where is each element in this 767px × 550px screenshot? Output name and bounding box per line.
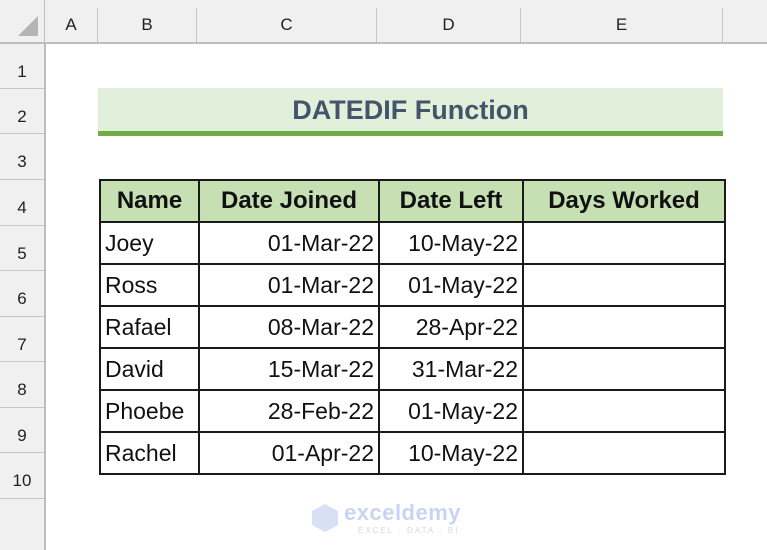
table-row: Ross 01-Mar-22 01-May-22 xyxy=(99,263,726,307)
cell-date-left[interactable]: 10-May-22 xyxy=(378,431,524,475)
header-name[interactable]: Name xyxy=(99,179,200,223)
cell-name[interactable]: Ross xyxy=(99,263,200,307)
row-header-7[interactable]: 7 xyxy=(0,317,44,362)
cell-date-joined[interactable]: 01-Mar-22 xyxy=(198,221,380,265)
row-header-10[interactable]: 10 xyxy=(0,453,44,499)
cell-date-joined[interactable]: 08-Mar-22 xyxy=(198,305,380,349)
header-date-joined[interactable]: Date Joined xyxy=(198,179,380,223)
column-header-a[interactable]: A xyxy=(45,8,98,42)
row-header-1[interactable]: 1 xyxy=(0,44,44,89)
header-days-worked[interactable]: Days Worked xyxy=(522,179,726,223)
row-header-bar: 1 2 3 4 5 6 7 8 9 10 xyxy=(0,44,46,550)
row-header-2[interactable]: 2 xyxy=(0,89,44,134)
cell-name[interactable]: Phoebe xyxy=(99,389,200,433)
select-all-corner[interactable] xyxy=(0,0,45,44)
table-row: Rafael 08-Mar-22 28-Apr-22 xyxy=(99,305,726,349)
table-row: David 15-Mar-22 31-Mar-22 xyxy=(99,347,726,391)
row-header-5[interactable]: 5 xyxy=(0,226,44,271)
row-header-8[interactable]: 8 xyxy=(0,362,44,408)
column-header-e[interactable]: E xyxy=(521,8,723,42)
table-row: Phoebe 28-Feb-22 01-May-22 xyxy=(99,389,726,433)
cell-date-joined[interactable]: 01-Mar-22 xyxy=(198,263,380,307)
cell-date-left[interactable]: 10-May-22 xyxy=(378,221,524,265)
cell-days-worked[interactable] xyxy=(522,221,726,265)
header-date-left[interactable]: Date Left xyxy=(378,179,524,223)
cell-date-joined[interactable]: 15-Mar-22 xyxy=(198,347,380,391)
cell-days-worked[interactable] xyxy=(522,431,726,475)
cell-name[interactable]: Joey xyxy=(99,221,200,265)
row-header-9[interactable]: 9 xyxy=(0,408,44,453)
employee-table: Name Date Joined Date Left Days Worked J… xyxy=(99,179,726,475)
exceldemy-watermark: exceldemy EXCEL · DATA · BI xyxy=(312,500,472,540)
cell-days-worked[interactable] xyxy=(522,389,726,433)
cell-date-left[interactable]: 28-Apr-22 xyxy=(378,305,524,349)
cell-days-worked[interactable] xyxy=(522,347,726,391)
cell-name[interactable]: Rachel xyxy=(99,431,200,475)
cell-date-left[interactable]: 01-May-22 xyxy=(378,263,524,307)
column-header-b[interactable]: B xyxy=(98,8,197,42)
cell-name[interactable]: David xyxy=(99,347,200,391)
exceldemy-logo-icon xyxy=(312,504,338,532)
column-header-c[interactable]: C xyxy=(197,8,377,42)
table-row: Joey 01-Mar-22 10-May-22 xyxy=(99,221,726,265)
cell-date-left[interactable]: 01-May-22 xyxy=(378,389,524,433)
watermark-tagline: EXCEL · DATA · BI xyxy=(358,526,460,535)
column-header-d[interactable]: D xyxy=(377,8,521,42)
cell-days-worked[interactable] xyxy=(522,305,726,349)
cell-days-worked[interactable] xyxy=(522,263,726,307)
row-header-3[interactable]: 3 xyxy=(0,134,44,180)
cell-name[interactable]: Rafael xyxy=(99,305,200,349)
cell-date-joined[interactable]: 28-Feb-22 xyxy=(198,389,380,433)
cell-date-joined[interactable]: 01-Apr-22 xyxy=(198,431,380,475)
row-header-6[interactable]: 6 xyxy=(0,271,44,317)
select-all-triangle-icon xyxy=(18,16,38,36)
watermark-brand: exceldemy xyxy=(344,500,462,525)
cell-date-left[interactable]: 31-Mar-22 xyxy=(378,347,524,391)
row-header-4[interactable]: 4 xyxy=(0,180,44,226)
table-header-row: Name Date Joined Date Left Days Worked xyxy=(99,179,726,223)
sheet-title[interactable]: DATEDIF Function xyxy=(98,88,723,136)
table-row: Rachel 01-Apr-22 10-May-22 xyxy=(99,431,726,475)
column-header-bar: A B C D E xyxy=(45,0,767,44)
